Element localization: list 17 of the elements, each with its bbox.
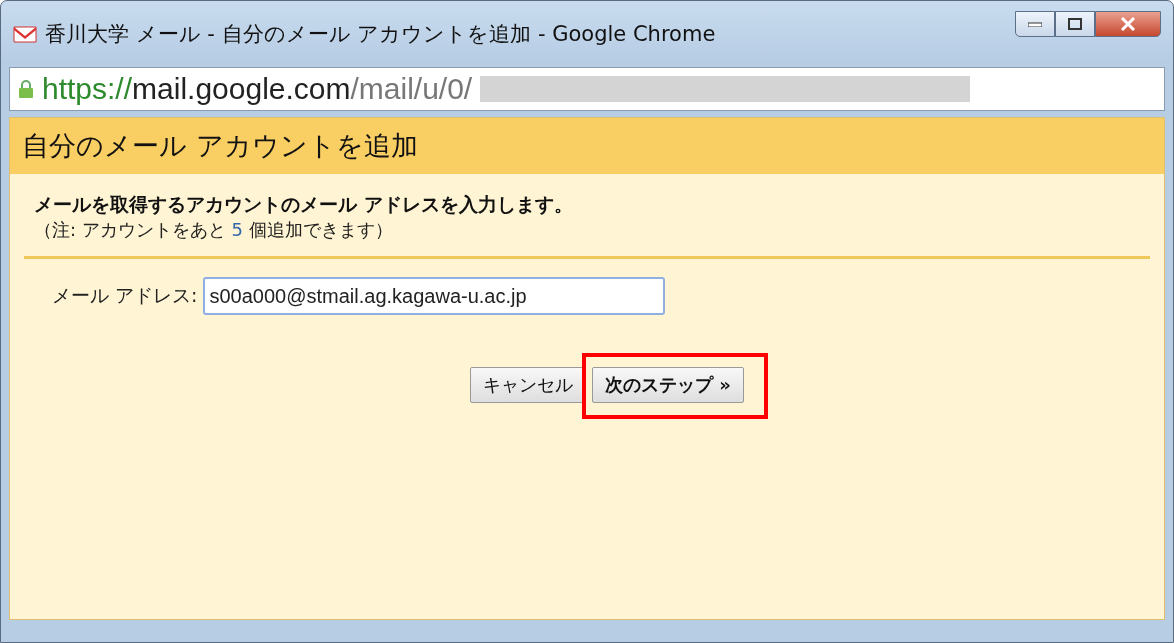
lock-icon <box>18 79 34 99</box>
maximize-button[interactable] <box>1055 11 1095 37</box>
minimize-icon <box>1028 21 1042 27</box>
maximize-icon <box>1068 18 1082 30</box>
minimize-button[interactable] <box>1015 11 1055 37</box>
field-label: メール アドレス: <box>52 283 198 308</box>
dialog-title: 自分のメール アカウントを追加 <box>10 118 1164 174</box>
note-text: （注: アカウントをあと 5 個追加できます） <box>34 218 394 242</box>
window-title: 香川大学 メール - 自分のメール アカウントを追加 - Google Chrome <box>45 21 716 48</box>
mail-icon <box>13 25 37 43</box>
url-text: https://mail.google.com/mail/u/0/ <box>42 72 473 106</box>
instruction-text: メールを取得するアカウントのメール アドレスを入力します。 <box>34 192 574 217</box>
address-bar[interactable]: https://mail.google.com/mail/u/0/ <box>9 67 1165 111</box>
close-button[interactable] <box>1095 11 1161 37</box>
next-button[interactable]: 次のステップ » <box>592 367 744 403</box>
email-field[interactable]: s00a000@stmail.ag.kagawa-u.ac.jp <box>203 277 666 315</box>
close-icon <box>1120 17 1136 31</box>
